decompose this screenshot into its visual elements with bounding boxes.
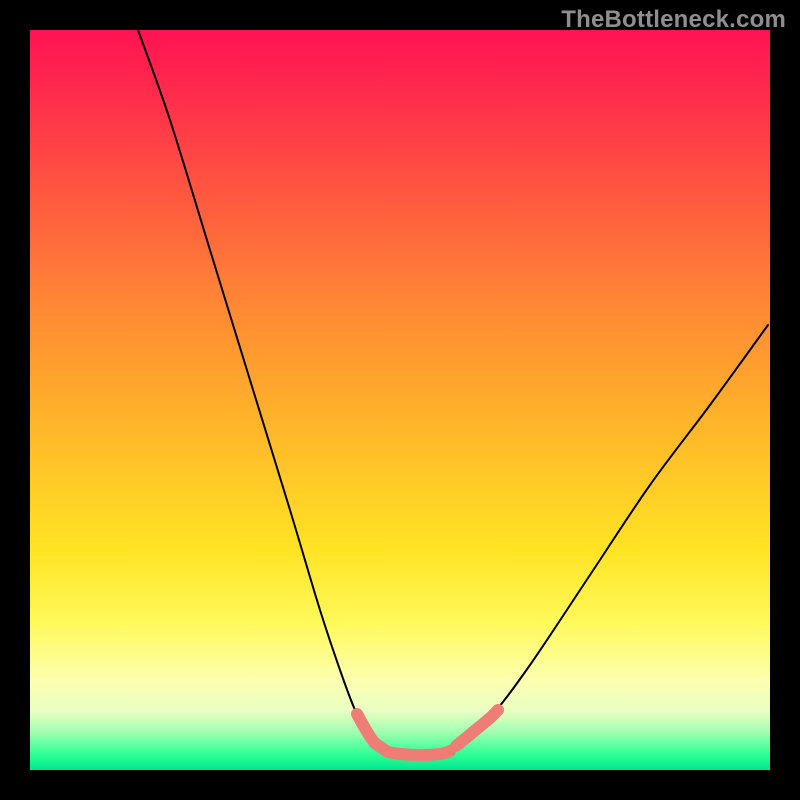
bottleneck-curve: [138, 30, 768, 755]
overlay-flat: [388, 751, 450, 755]
overlay-right-tip: [456, 710, 498, 746]
overlay-left-tip: [357, 714, 388, 752]
overlay-highlights: [357, 710, 498, 755]
chart-frame: TheBottleneck.com: [0, 0, 800, 800]
plot-area: [30, 30, 770, 770]
curve-svg: [30, 30, 770, 770]
